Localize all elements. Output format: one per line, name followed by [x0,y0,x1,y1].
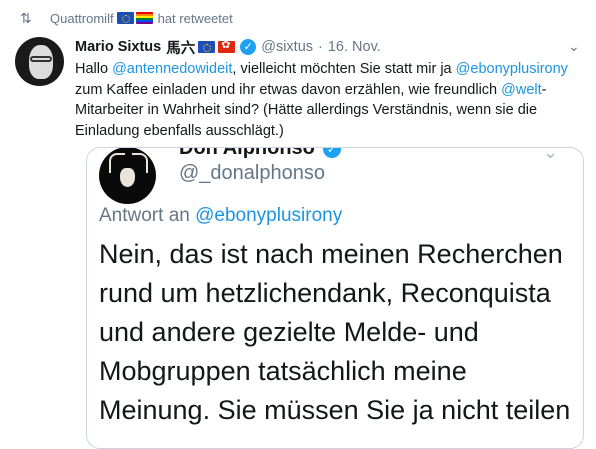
quoted-tweet-text: Nein, das ist nach meinen Recherchen run… [99,239,571,425]
tweet-header: Mario Sixtus 馬六 ✓ @sixtus · 16. Nov. [75,36,381,58]
separator-dot: · [318,39,323,55]
reply-mention-link[interactable]: @ebonyplusirony [195,205,342,226]
retweet-icon: ⇅ [20,10,32,26]
retweet-suffix: hat retweetet [157,10,233,26]
tweet-text-segment: zum Kaffee einladen und ihr etwas davon … [75,81,502,98]
retweeter-name[interactable]: Quattromilf [50,11,114,26]
tweet-text: Hallo @antennedowideit, vielleicht möcht… [75,59,580,141]
verified-badge-icon: ✓ [322,148,341,158]
verified-badge-icon: ✓ [240,39,257,55]
mention-link[interactable]: @ebonyplusirony [456,61,568,77]
quoted-tweet[interactable]: Don Alphonso ✓ @_donalphonso ⌄ Antwort a… [86,147,584,449]
retweet-context: ⇅ Quattromilf hat retweetet [20,8,233,28]
reply-context: Antwort an @ebonyplusirony [99,205,342,227]
eu-flag-emoji [198,41,216,53]
rainbow-flag-emoji [135,12,153,24]
reply-prefix: Antwort an [99,205,190,226]
mention-link[interactable]: @welt [501,82,542,98]
deer-skull [120,168,135,187]
tweet-text-segment: , vielleicht möchten Sie statt mir ja [232,61,456,77]
author-handle[interactable]: @sixtus [261,39,313,55]
avatar-glasses [30,56,52,62]
chevron-down-icon[interactable]: ⌄ [543,148,558,163]
quoted-author-name[interactable]: Don Alphonso [179,148,315,160]
author-name-cjk[interactable]: 馬六 [166,37,195,58]
quoted-author-handle[interactable]: @_donalphonso [179,162,325,185]
antler-right [132,153,148,173]
quoted-author-avatar[interactable] [99,148,156,204]
hongkong-flag-emoji [218,38,236,53]
avatar-face [29,45,53,79]
chevron-down-icon[interactable]: ⌄ [568,38,580,55]
mention-link[interactable]: @antennedowideit [112,61,232,77]
tweet-text-segment: Hallo [75,61,113,77]
tweet-date[interactable]: 16. Nov. [328,39,381,55]
quoted-author-name-row: Don Alphonso ✓ [179,148,341,160]
author-name[interactable]: Mario Sixtus [75,39,161,55]
author-avatar[interactable] [15,37,64,86]
eu-flag-emoji [116,12,134,24]
